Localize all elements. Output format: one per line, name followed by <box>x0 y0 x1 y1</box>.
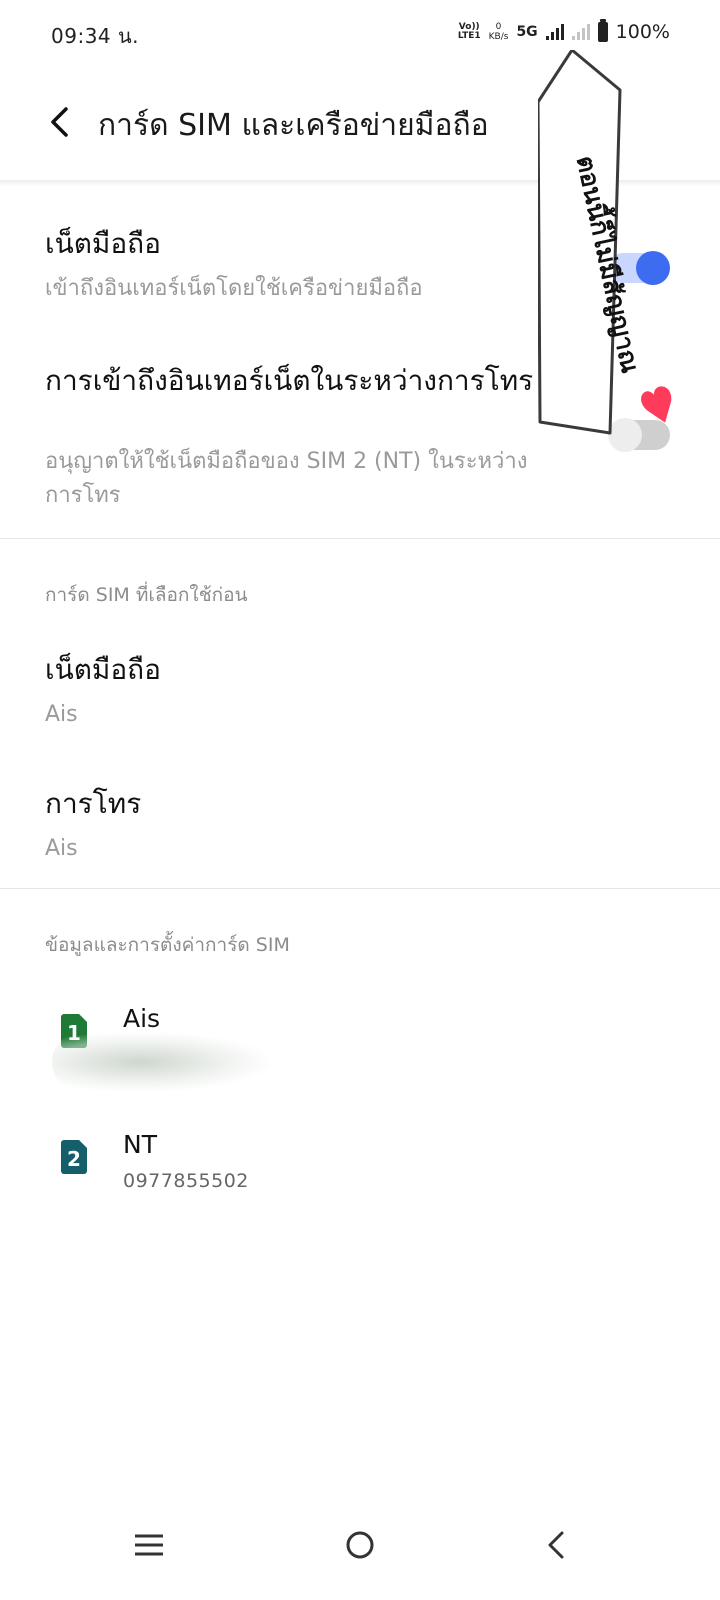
preferred-calls-title: การโทร <box>45 787 142 820</box>
data-during-calls-subtitle: อนุญาตให้ใช้เน็ตมือถือของ SIM 2 (NT) ในร… <box>45 449 528 508</box>
network-type: 5G <box>516 24 538 40</box>
preferred-mobile-data-value: Ais <box>45 702 78 727</box>
battery-icon <box>597 19 608 42</box>
sim-2-number: 0977855502 <box>123 1170 249 1192</box>
menu-icon <box>135 1534 163 1556</box>
speed-value: 0 <box>495 22 502 32</box>
mobile-data-subtitle: เข้าถึงอินเทอร์เน็ตโดยใช้เครือข่ายมือถือ <box>45 276 423 301</box>
screen: 09:34 น. Vo)) LTE1 0 KB/s 5G 100% การ์ด … <box>0 0 720 1600</box>
preferred-sim-section-label: การ์ด SIM ที่เลือกใช้ก่อน <box>45 584 248 606</box>
preferred-mobile-data-title: เน็ตมือถือ <box>45 653 161 686</box>
page-title: การ์ด SIM และเครือข่ายมือถือ <box>98 108 489 143</box>
network-speed: 0 KB/s <box>489 22 509 42</box>
home-button[interactable] <box>336 1522 384 1570</box>
data-during-calls-title: การเข้าถึงอินเทอร์เน็ตในระหว่างการโทร <box>45 364 534 397</box>
signal-weak-icon <box>571 24 590 40</box>
divider <box>0 888 720 889</box>
battery-percent: 100% <box>615 21 670 43</box>
divider <box>0 538 720 539</box>
nav-back-button[interactable] <box>532 1522 580 1570</box>
back-button[interactable] <box>40 100 84 144</box>
preferred-calls-value: Ais <box>45 836 78 861</box>
sim-1-name: Ais <box>123 1004 161 1033</box>
home-icon <box>346 1531 374 1559</box>
mobile-data-title: เน็ตมือถือ <box>45 227 161 260</box>
volte-icon: Vo)) LTE1 <box>458 23 481 41</box>
sim-2-name: NT <box>123 1130 157 1159</box>
menu-button[interactable] <box>125 1522 173 1570</box>
speed-unit: KB/s <box>488 32 509 42</box>
back-arrow-icon <box>51 107 68 137</box>
lte-label: LTE1 <box>457 31 481 41</box>
signal-icon <box>545 24 564 40</box>
redacted-number-smudge <box>52 1032 272 1092</box>
back-icon <box>548 1531 564 1559</box>
status-time: 09:34 น. <box>51 24 140 48</box>
sim-2-icon: 2 <box>61 1140 87 1174</box>
sticker-overlay: ตอนนี้ก็ไม่มีสัญญาณ <box>538 50 672 435</box>
status-icons: Vo)) LTE1 0 KB/s 5G 100% <box>458 18 670 46</box>
sim-info-section-label: ข้อมูลและการตั้งค่าการ์ด SIM <box>45 934 290 956</box>
navigation-bar <box>0 1510 720 1580</box>
